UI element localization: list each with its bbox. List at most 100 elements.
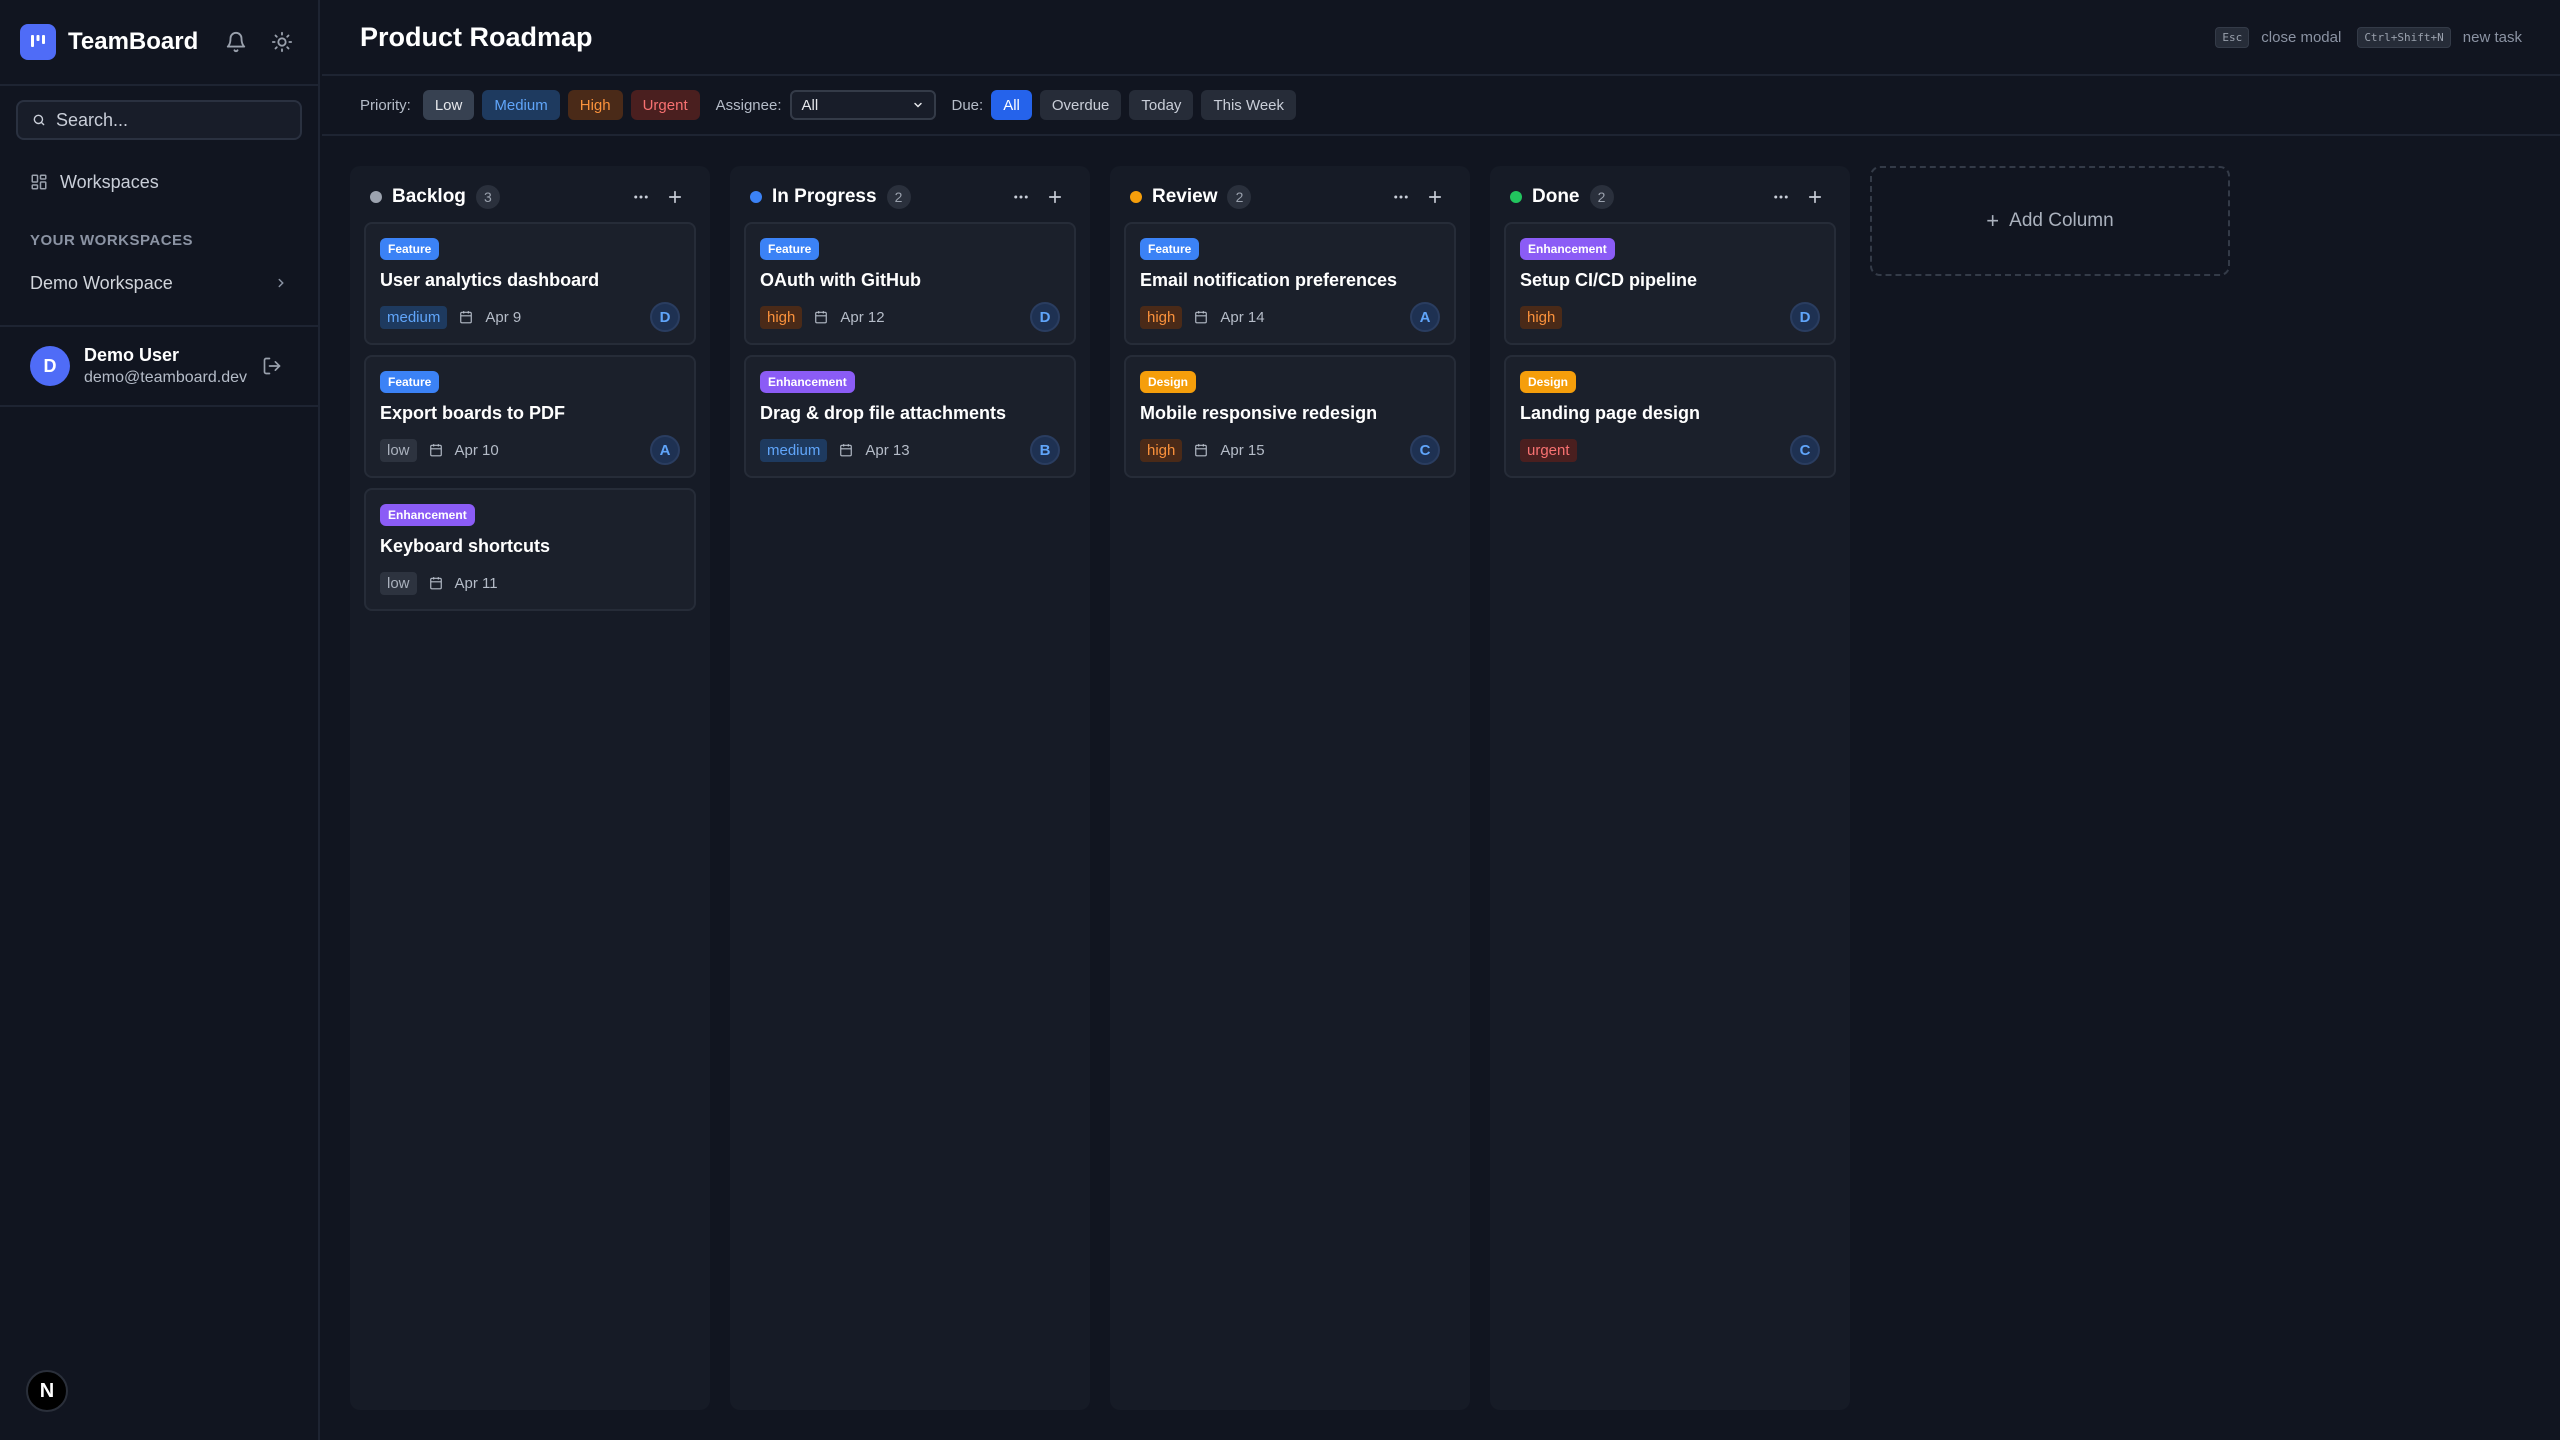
calendar-icon [459, 310, 479, 324]
kbd-esc: Esc [2215, 26, 2250, 48]
calendar-icon [1194, 443, 1214, 457]
bell-icon[interactable] [220, 26, 252, 58]
column-header: Review 2 [1124, 180, 1456, 214]
filter-due-this-week[interactable]: This Week [1201, 90, 1297, 120]
column-title: Backlog [392, 186, 466, 207]
due-date-text: Apr 11 [454, 574, 498, 592]
card-title: OAuth with GitHub [760, 270, 921, 290]
tag-badge: Design [1140, 371, 1197, 393]
sidebar-item-workspaces[interactable]: Workspaces [16, 162, 302, 202]
add-card-icon[interactable] [660, 182, 690, 212]
filter-priority-high[interactable]: High [567, 90, 623, 120]
sidebar-item-label: Workspaces [60, 171, 159, 192]
tag-badge: Enhancement [1520, 238, 1615, 260]
card-meta: urgent C [1520, 435, 1820, 465]
task-card[interactable]: Enhancement Keyboard shortcuts low Apr 11 [364, 488, 696, 611]
search-input[interactable] [56, 109, 286, 131]
task-card[interactable]: Feature OAuth with GitHub high Apr 12 D [744, 222, 1076, 345]
card-title: Drag & drop file attachments [760, 403, 1007, 423]
task-card[interactable]: Enhancement Drag & drop file attachments m… [744, 355, 1076, 478]
card-meta: high Apr 12 D [760, 302, 1060, 332]
card-title: User analytics dashboard [380, 270, 600, 290]
assignee-avatar: D [1790, 302, 1820, 332]
due-date: Apr 10 [429, 442, 499, 459]
more-icon[interactable] [1386, 182, 1416, 212]
status-dot [1510, 191, 1522, 203]
due-date: Apr 13 [839, 441, 910, 459]
task-card[interactable]: Feature Export boards to PDF low Apr 10 A [364, 355, 696, 478]
more-icon[interactable] [1766, 182, 1796, 212]
due-label: Due: [951, 96, 984, 114]
card-title: Setup CI/CD pipeline [1520, 270, 1698, 290]
priority-badge: low [380, 438, 417, 462]
task-card[interactable]: Feature User analytics dashboard medium Apr… [364, 222, 696, 345]
task-card[interactable]: Feature Email notification preferences hig… [1124, 222, 1456, 345]
due-date: Apr 11 [429, 575, 498, 592]
search-box[interactable] [16, 100, 302, 140]
priority-badge: low [380, 571, 417, 595]
priority-badge: high [1520, 305, 1563, 329]
user-name: Demo User [84, 345, 180, 365]
card-title: Keyboard shortcuts [380, 536, 551, 556]
column-title: Done [1532, 186, 1580, 207]
assignee-avatar: D [650, 302, 680, 332]
tag-badge: Feature [760, 238, 820, 260]
column-title: In Progress [772, 186, 877, 207]
priority-badge: medium [760, 438, 828, 462]
due-date: Apr 9 [459, 309, 521, 326]
due-date: Apr 12 [814, 308, 885, 326]
column-done: Done 2 Enhancement Setup CI/CD pipeline high… [1490, 166, 1850, 1410]
card-meta: low Apr 10 A [380, 435, 680, 465]
user-panel: D Demo User demo@teamboard.dev [0, 325, 318, 407]
filter-priority-urgent[interactable]: Urgent [630, 90, 700, 120]
filter-priority-medium[interactable]: Medium [482, 90, 560, 120]
kbd-new-task: Ctrl+Shift+N [2357, 26, 2451, 48]
add-column-button[interactable]: + Add Column [1870, 166, 2230, 276]
add-card-icon[interactable] [1420, 182, 1450, 212]
more-icon[interactable] [626, 182, 656, 212]
filter-due-today[interactable]: Today [1129, 90, 1194, 120]
framework-badge[interactable]: N [26, 1370, 68, 1412]
calendar-icon [429, 443, 449, 457]
filter-due-overdue[interactable]: Overdue [1039, 90, 1122, 120]
user-email: demo@teamboard.dev [84, 369, 247, 386]
add-card-icon[interactable] [1800, 182, 1830, 212]
page-title: Product Roadmap [360, 21, 593, 52]
task-card[interactable]: Design Mobile responsive redesign high Apr … [1124, 355, 1456, 478]
filter-due-all[interactable]: All [991, 90, 1032, 120]
avatar: D [30, 346, 70, 386]
plus-icon: + [1986, 208, 2000, 233]
status-dot [370, 191, 382, 203]
logo-icon [20, 24, 56, 60]
column-backlog: Backlog 3 Feature User analytics dashboard m… [350, 166, 710, 1410]
filter-priority-low[interactable]: Low [422, 90, 475, 120]
logout-icon[interactable] [256, 350, 288, 382]
card-meta: medium Apr 13 B [760, 435, 1060, 465]
card-title: Mobile responsive redesign [1140, 403, 1378, 423]
assignee-avatar: B [1030, 435, 1060, 465]
chevron-down-icon [913, 102, 922, 108]
column-in-progress: In Progress 2 Feature OAuth with GitHub high… [730, 166, 1090, 1410]
due-date-text: Apr 13 [865, 441, 910, 459]
card-meta: low Apr 11 [380, 569, 680, 597]
topbar: Product Roadmap Esc close modal Ctrl+Shi… [322, 0, 2560, 76]
assignee-select[interactable]: All [789, 90, 936, 120]
chevron-right-icon [278, 278, 284, 288]
priority-badge: high [1140, 438, 1183, 462]
priority-badge: high [1140, 305, 1183, 329]
column-title: Review [1152, 186, 1218, 207]
add-card-icon[interactable] [1040, 182, 1070, 212]
shortcut-label: close modal [2261, 28, 2342, 46]
app-root: TeamBoard Workspaces YOUR WORKSPACES Dem… [0, 0, 2560, 1440]
calendar-icon [1194, 310, 1214, 324]
main-area: Product Roadmap Esc close modal Ctrl+Shi… [322, 0, 2560, 1440]
task-card[interactable]: Enhancement Setup CI/CD pipeline high D [1504, 222, 1836, 345]
section-title: YOUR WORKSPACES [30, 232, 194, 249]
due-date-text: Apr 12 [840, 308, 885, 326]
column-header: Backlog 3 [364, 180, 696, 214]
more-icon[interactable] [1006, 182, 1036, 212]
task-card[interactable]: Design Landing page design urgent C [1504, 355, 1836, 478]
column-count: 3 [475, 185, 500, 209]
sidebar-item-demo-workspace[interactable]: Demo Workspace [16, 263, 302, 303]
sun-icon[interactable] [266, 26, 298, 58]
